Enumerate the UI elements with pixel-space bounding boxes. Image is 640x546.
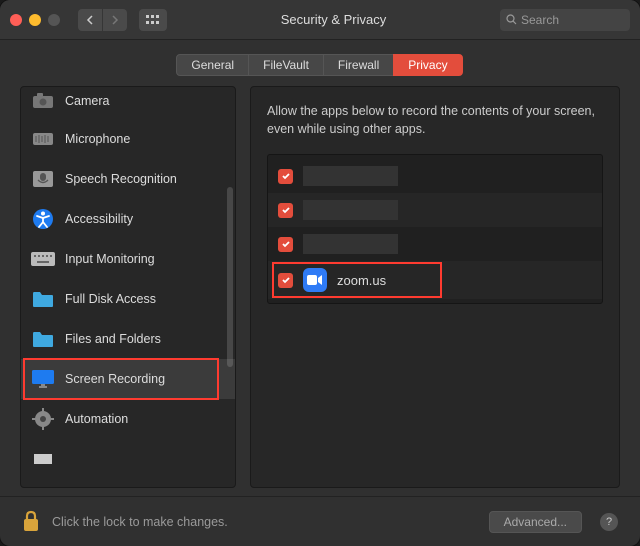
sidebar-item-label: Accessibility [65, 212, 133, 226]
tab-general[interactable]: General [176, 54, 249, 76]
sidebar-item-camera[interactable]: Camera [21, 87, 235, 119]
sidebar-list[interactable]: Camera Microphone Speech Recognition Acc… [21, 87, 235, 487]
grid-icon [146, 15, 160, 25]
check-icon [281, 205, 291, 215]
speech-icon [31, 167, 55, 191]
app-name-label: zoom.us [337, 273, 386, 288]
prefs-window: Security & Privacy General FileVault Fir… [0, 0, 640, 546]
search-icon [506, 14, 517, 25]
check-icon [281, 239, 291, 249]
sidebar-item-input-monitoring[interactable]: Input Monitoring [21, 239, 235, 279]
window-controls [10, 14, 60, 26]
zoom-window-button[interactable] [48, 14, 60, 26]
minimize-window-button[interactable] [29, 14, 41, 26]
app-row[interactable] [268, 159, 602, 193]
zoom-app-icon [303, 268, 327, 292]
app-row-zoom[interactable]: zoom.us [268, 261, 602, 299]
app-checkbox[interactable] [278, 273, 293, 288]
folder-icon [31, 327, 55, 351]
app-checkbox[interactable] [278, 203, 293, 218]
back-button[interactable] [78, 9, 102, 31]
privacy-sidebar: Camera Microphone Speech Recognition Acc… [20, 86, 236, 488]
accessibility-icon [31, 207, 55, 231]
sidebar-item-label: Screen Recording [65, 372, 165, 386]
sidebar-item-automation[interactable]: Automation [21, 399, 235, 439]
camera-icon [31, 89, 55, 113]
titlebar: Security & Privacy [0, 0, 640, 40]
sidebar-item-screen-recording[interactable]: Screen Recording [21, 359, 235, 399]
sidebar-item-partial[interactable] [21, 439, 235, 471]
app-list: zoom.us [267, 154, 603, 304]
app-checkbox[interactable] [278, 169, 293, 184]
sidebar-item-label: Automation [65, 412, 128, 426]
tab-bar: General FileVault Firewall Privacy [0, 40, 640, 86]
tab-privacy[interactable]: Privacy [393, 54, 462, 76]
sidebar-item-label: Speech Recognition [65, 172, 177, 186]
scrollbar[interactable] [227, 187, 233, 367]
redacted-app-name [303, 166, 398, 186]
close-window-button[interactable] [10, 14, 22, 26]
content-body: Camera Microphone Speech Recognition Acc… [0, 86, 640, 496]
sidebar-item-label: Files and Folders [65, 332, 161, 346]
folder-icon [31, 287, 55, 311]
microphone-icon [31, 127, 55, 151]
search-field[interactable] [500, 9, 630, 31]
help-button[interactable]: ? [600, 513, 618, 531]
sidebar-item-full-disk[interactable]: Full Disk Access [21, 279, 235, 319]
lock-button[interactable] [22, 510, 42, 534]
redacted-app-name [303, 200, 398, 220]
footer: Click the lock to make changes. Advanced… [0, 496, 640, 546]
search-input[interactable] [521, 13, 624, 27]
chevron-left-icon [86, 15, 94, 25]
app-row[interactable] [268, 227, 602, 261]
app-checkbox[interactable] [278, 237, 293, 252]
generic-icon [31, 447, 55, 471]
tab-filevault[interactable]: FileVault [248, 54, 324, 76]
monitor-icon [31, 367, 55, 391]
check-icon [281, 275, 291, 285]
check-icon [281, 171, 291, 181]
app-row[interactable] [268, 193, 602, 227]
tab-firewall[interactable]: Firewall [323, 54, 394, 76]
advanced-button[interactable]: Advanced... [489, 511, 582, 533]
lock-hint-text: Click the lock to make changes. [52, 515, 479, 529]
description-text: Allow the apps below to record the conte… [267, 103, 603, 138]
sidebar-item-label: Camera [65, 94, 109, 108]
sidebar-item-label: Input Monitoring [65, 252, 155, 266]
chevron-right-icon [111, 15, 119, 25]
gear-icon [31, 407, 55, 431]
show-all-button[interactable] [139, 9, 167, 31]
sidebar-item-microphone[interactable]: Microphone [21, 119, 235, 159]
sidebar-item-label: Microphone [65, 132, 130, 146]
lock-icon [22, 510, 40, 532]
redacted-app-name [303, 234, 398, 254]
detail-pane: Allow the apps below to record the conte… [250, 86, 620, 488]
sidebar-item-accessibility[interactable]: Accessibility [21, 199, 235, 239]
forward-button[interactable] [103, 9, 127, 31]
sidebar-item-speech[interactable]: Speech Recognition [21, 159, 235, 199]
window-title: Security & Privacy [175, 12, 492, 27]
sidebar-item-label: Full Disk Access [65, 292, 156, 306]
keyboard-icon [31, 247, 55, 271]
sidebar-item-files-folders[interactable]: Files and Folders [21, 319, 235, 359]
nav-buttons [78, 9, 127, 31]
